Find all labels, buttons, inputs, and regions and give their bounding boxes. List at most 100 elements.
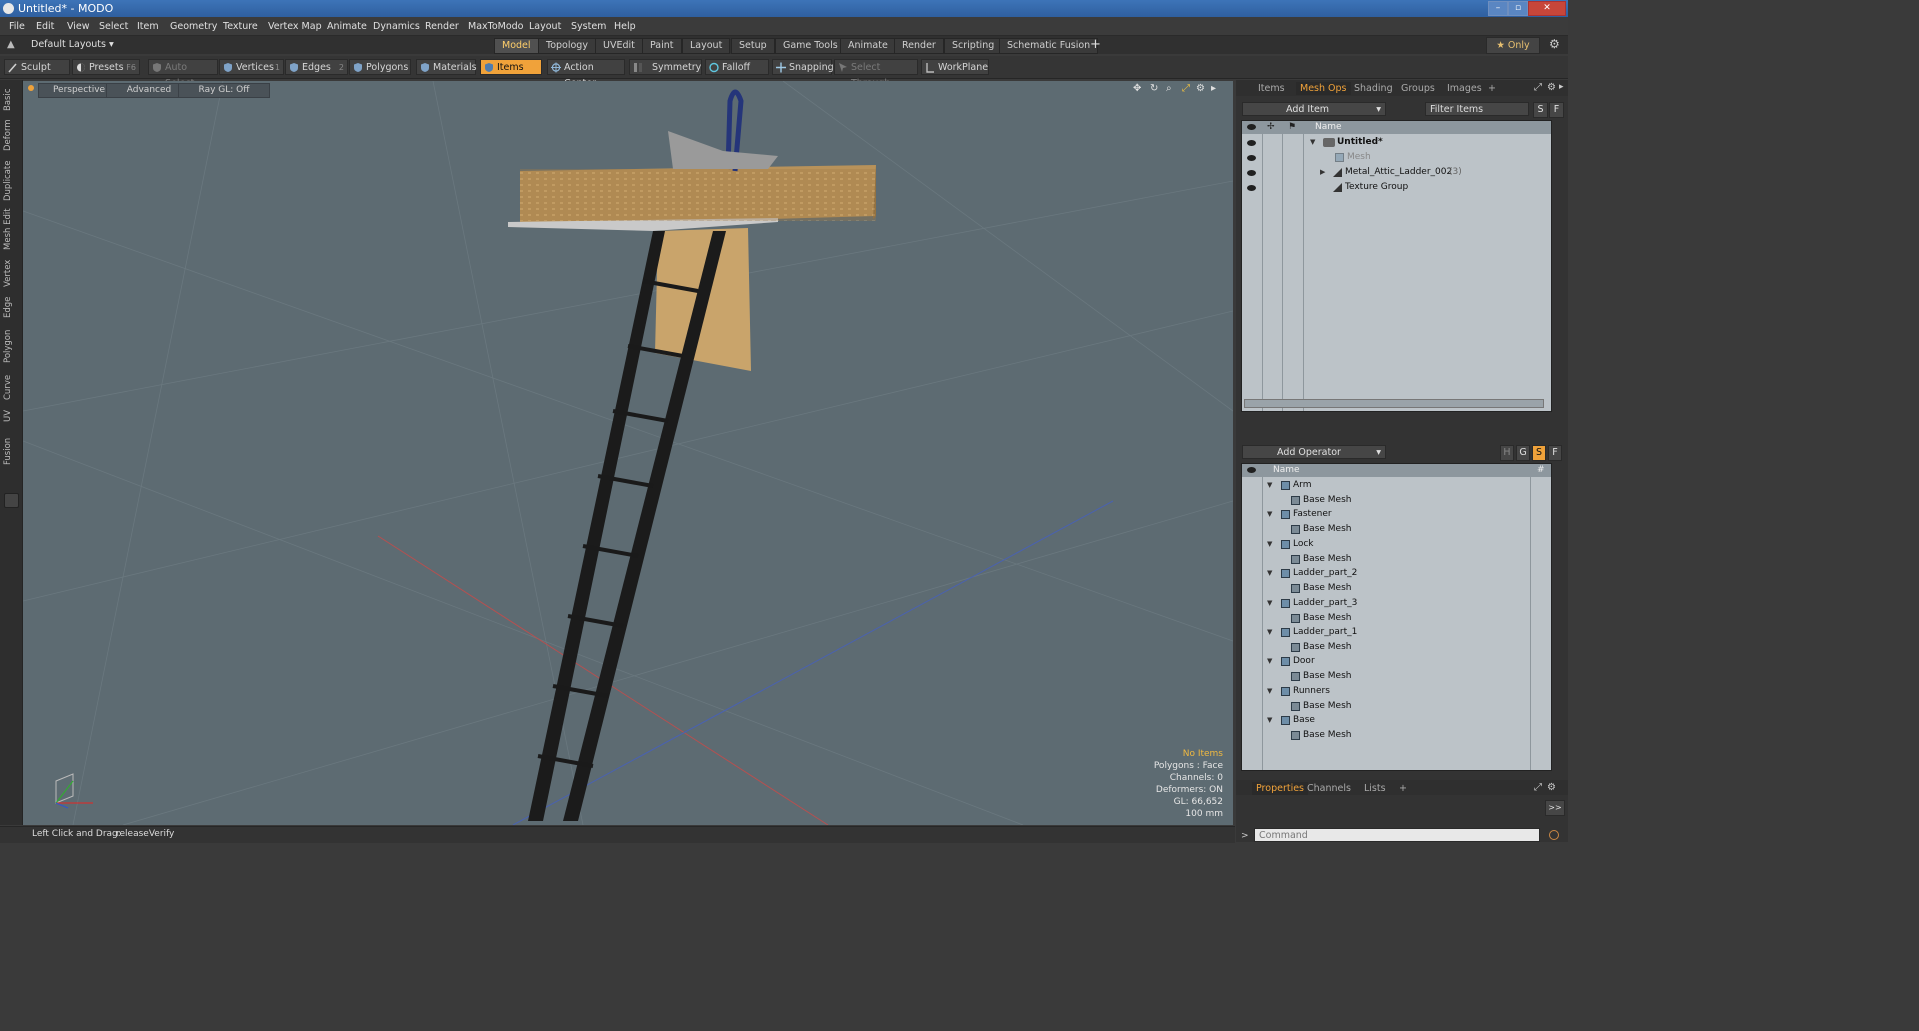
menu-view[interactable]: View [67,21,90,32]
left-tab-uv[interactable]: UV [3,406,17,426]
operator-row[interactable]: ▼ Ladder_part_1 [1242,626,1551,640]
operator-row[interactable]: ▼ Ladder_part_2 [1242,567,1551,581]
tab-shading[interactable]: Shading [1354,83,1393,94]
add-layout-tab-button[interactable]: + [1090,37,1101,52]
eye-icon[interactable] [1247,185,1256,191]
left-tab-fusion[interactable]: Fusion [3,434,17,468]
expand-toggle[interactable]: ▼ [1267,510,1272,518]
tab-animate[interactable]: Animate [840,38,896,54]
viewport-dot-icon[interactable] [28,85,34,91]
left-tab-polygon[interactable]: Polygon [3,326,17,366]
raygl-button[interactable]: Ray GL: Off [178,83,270,98]
item-row-untitled[interactable]: ▼ Untitled* [1242,136,1551,150]
left-tab-deform[interactable]: Deform [3,118,17,152]
tab-channels[interactable]: Channels [1307,783,1351,794]
polygons-button[interactable]: Polygons [349,59,411,75]
add-tab-button[interactable]: + [1488,83,1496,94]
op-h-button[interactable]: H [1500,445,1514,461]
menu-layout[interactable]: Layout [529,21,561,32]
menu-dynamics[interactable]: Dynamics [373,21,420,32]
operator-child-row[interactable]: Base Mesh [1242,670,1551,684]
tab-groups[interactable]: Groups [1401,83,1435,94]
menu-edit[interactable]: Edit [36,21,54,32]
operator-child-row[interactable]: Base Mesh [1242,700,1551,714]
eye-icon[interactable] [1247,140,1256,146]
expand-toggle[interactable]: ▼ [1310,138,1315,146]
gear-icon[interactable]: ⚙ [1549,37,1560,51]
select-through-button[interactable]: Select Through [834,59,918,89]
expand-toggle[interactable]: ▼ [1267,687,1272,695]
falloff-button[interactable]: Falloff [705,59,769,75]
viewport-menu-icon[interactable]: ▸ [1211,83,1216,94]
fit-view-icon[interactable]: ⤢ [1182,83,1190,94]
tab-mesh-ops[interactable]: Mesh Ops [1296,82,1351,95]
operator-child-row[interactable]: Base Mesh [1242,523,1551,537]
tab-images[interactable]: Images [1447,83,1482,94]
close-button[interactable]: ✕ [1528,1,1566,16]
operator-child-row[interactable]: Base Mesh [1242,612,1551,626]
items-button[interactable]: Items [480,59,542,75]
tab-schematic-fusion[interactable]: Schematic Fusion [999,38,1099,54]
filter-s-button[interactable]: S [1533,102,1548,118]
expand-toggle[interactable]: ▼ [1267,599,1272,607]
menu-texture[interactable]: Texture [223,21,258,32]
tab-items[interactable]: Items [1258,83,1285,94]
tab-model[interactable]: Model [494,38,539,54]
operator-row[interactable]: ▼ Arm [1242,479,1551,493]
tab-game-tools[interactable]: Game Tools [775,38,846,54]
expand-toggle[interactable]: ▶ [1320,168,1325,176]
maximize-button[interactable]: ▫ [1508,1,1528,16]
sculpt-button[interactable]: Sculpt [4,59,70,75]
tab-uvedit[interactable]: UVEdit [595,38,643,54]
add-item-button[interactable]: Add Item ▾ [1242,102,1386,116]
edges-button[interactable]: Edges 2 [285,59,348,75]
expand-toggle[interactable]: ▼ [1267,716,1272,724]
item-list-scrollbar[interactable] [1244,399,1544,408]
auto-select-button[interactable]: Auto Select [148,59,218,89]
layout-arrow-icon[interactable]: ▲ [7,39,15,50]
operator-child-row[interactable]: Base Mesh [1242,582,1551,596]
minimize-button[interactable]: – [1488,1,1508,16]
menu-render[interactable]: Render [425,21,459,32]
eye-icon[interactable] [1247,170,1256,176]
menu-select[interactable]: Select [99,21,128,32]
op-s-button[interactable]: S [1532,445,1546,461]
menu-file[interactable]: File [9,21,25,32]
menu-maxtomodo[interactable]: MaxToModo [468,21,524,32]
menu-vertex-map[interactable]: Vertex Map [268,21,322,32]
3d-viewport[interactable]: No Items Polygons : Face Channels: 0 Def… [23,81,1233,825]
tab-setup[interactable]: Setup [731,38,775,54]
operator-row[interactable]: ▼ Runners [1242,685,1551,699]
tab-lists[interactable]: Lists [1364,783,1386,794]
materials-button[interactable]: Materials [416,59,477,75]
tab-layout[interactable]: Layout [682,38,731,54]
operator-row[interactable]: ▼ Base [1242,714,1551,728]
panel-menu-icon[interactable]: ▸ [1559,82,1564,92]
expand-toggle[interactable]: ▼ [1267,540,1272,548]
operator-child-row[interactable]: Base Mesh [1242,641,1551,655]
only-toggle[interactable]: ★ Only [1486,37,1540,54]
expand-properties-button[interactable]: >> [1545,800,1565,816]
add-bottom-tab-button[interactable]: + [1399,783,1407,794]
command-history-icon[interactable] [1549,830,1559,840]
bottom-gear-icon[interactable]: ⚙ [1547,782,1556,793]
left-tab-duplicate[interactable]: Duplicate [3,158,17,204]
eye-icon[interactable] [1247,155,1256,161]
expand-toggle[interactable]: ▼ [1267,569,1272,577]
left-tab-mesh-edit[interactable]: Mesh Edit [3,208,17,250]
filter-items-input[interactable]: Filter Items [1425,102,1529,116]
operator-child-row[interactable]: Base Mesh [1242,553,1551,567]
operator-row[interactable]: ▼ Door [1242,655,1551,669]
left-tab-vertex[interactable]: Vertex [3,256,17,290]
tool-palette-button[interactable] [4,493,19,508]
presets-button[interactable]: Presets F6 [72,59,140,75]
menu-geometry[interactable]: Geometry [170,21,217,32]
layout-selector[interactable]: Default Layouts ▾ [31,39,114,50]
menu-system[interactable]: System [571,21,606,32]
vertices-button[interactable]: Vertices 1 [219,59,284,75]
left-tab-curve[interactable]: Curve [3,372,17,402]
menu-item[interactable]: Item [137,21,159,32]
add-operator-button[interactable]: Add Operator ▾ [1242,445,1386,459]
item-row-mesh[interactable]: Mesh [1242,151,1551,165]
operator-child-row[interactable]: Base Mesh [1242,494,1551,508]
